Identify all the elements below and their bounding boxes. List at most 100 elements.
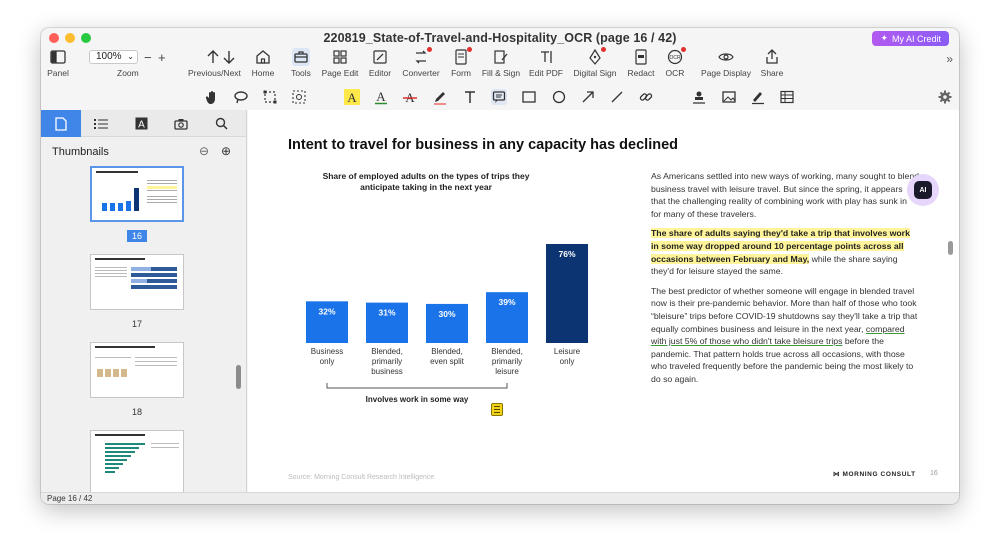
- tab-camera[interactable]: [161, 110, 201, 137]
- bar-chart: 32% Business only 31% Blended, primarily busin…: [306, 244, 588, 404]
- more-tools-button[interactable]: »: [946, 52, 953, 66]
- tab-outline[interactable]: [81, 110, 121, 137]
- ocr-area-icon[interactable]: [291, 89, 307, 105]
- share-button[interactable]: Share: [747, 48, 797, 78]
- bar-value-label: 30%: [438, 309, 455, 319]
- strikethrough-icon[interactable]: A: [402, 89, 418, 105]
- tab-search[interactable]: [201, 110, 241, 137]
- thumbnail-zoom-in-button[interactable]: ⊕: [221, 144, 231, 158]
- thumbnail-preview: [96, 171, 177, 211]
- hand-icon[interactable]: [204, 89, 220, 105]
- ai-assistant-button[interactable]: AI: [907, 174, 939, 206]
- thumbnail-page-16[interactable]: [90, 166, 184, 222]
- bracket-label: Involves work in some way: [366, 395, 469, 404]
- ocr-label: OCR: [665, 68, 685, 78]
- home-label: Home: [251, 68, 275, 78]
- bar-value-label: 76%: [558, 249, 575, 259]
- camera-icon: [174, 118, 188, 130]
- thumbnails-heading: Thumbnails: [52, 146, 109, 158]
- link-icon[interactable]: [638, 89, 654, 105]
- pencil-icon[interactable]: [432, 89, 448, 105]
- zoom-out-button[interactable]: −: [144, 50, 152, 65]
- thumbnail-preview: [95, 258, 177, 289]
- panel-icon: [50, 50, 66, 64]
- form-label: Form: [451, 68, 471, 78]
- main-toolbar: Panel 100% ⌄ − + Zoom Previous/Next Home…: [41, 47, 959, 84]
- panel-button[interactable]: Panel: [41, 48, 83, 78]
- paragraph-2: The share of adults saying they'd take a…: [651, 227, 919, 277]
- panel-label: Panel: [47, 68, 69, 78]
- thumbnail-preview: [95, 346, 177, 377]
- edit-pdf-button[interactable]: Edit PDF: [521, 48, 571, 78]
- thumbnail-zoom-out-button[interactable]: ⊖: [199, 144, 209, 158]
- notification-dot: [601, 47, 606, 52]
- circle-icon[interactable]: [551, 89, 567, 105]
- ai-icon: AI: [914, 181, 932, 199]
- digital-sign-label: Digital Sign: [573, 68, 617, 78]
- sidebar-scrollbar[interactable]: [236, 365, 241, 389]
- tab-text[interactable]: A: [121, 110, 161, 137]
- notification-dot: [681, 47, 686, 52]
- page-display-button[interactable]: Page Display: [701, 48, 751, 78]
- grid-icon: [333, 50, 347, 64]
- page-display-label: Page Display: [700, 68, 752, 78]
- image-icon[interactable]: [721, 89, 737, 105]
- comment-icon[interactable]: [491, 89, 507, 105]
- zoom-select[interactable]: 100% ⌄: [89, 50, 138, 64]
- title-bar: 220819_State-of-Travel-and-Hospitality_O…: [41, 28, 959, 48]
- thumbnail-page-19[interactable]: [90, 430, 184, 492]
- status-bar: Page 16 / 42: [41, 492, 959, 504]
- bar-value-label: 31%: [378, 308, 395, 318]
- search-icon: [215, 117, 228, 130]
- gear-icon[interactable]: [937, 89, 953, 105]
- lasso-icon[interactable]: [233, 89, 249, 105]
- eye-icon: [718, 53, 734, 61]
- underline-text-icon[interactable]: A: [373, 89, 389, 105]
- stamp-icon[interactable]: [691, 89, 707, 105]
- highlight-icon[interactable]: A: [344, 89, 360, 105]
- thumbnail-label: 16: [90, 230, 184, 242]
- tab-thumbnails[interactable]: [41, 110, 81, 137]
- paragraph-3: The best predictor of whether someone wi…: [651, 285, 919, 386]
- sparkle-icon: ✦: [880, 33, 888, 43]
- arrow-down-icon: [223, 51, 235, 64]
- ai-credit-button[interactable]: ✦ My AI Credit: [872, 31, 949, 46]
- thumbnail-label: 18: [131, 407, 142, 417]
- ocr-button[interactable]: OCR OCR: [650, 47, 700, 78]
- sticky-note-icon[interactable]: [491, 403, 503, 416]
- table-icon[interactable]: [779, 89, 795, 105]
- zoom-in-button[interactable]: +: [158, 50, 166, 65]
- thumbnail-preview: [95, 434, 179, 473]
- category-label: Business only: [311, 347, 343, 366]
- svg-text:OCR: OCR: [669, 55, 681, 61]
- rectangle-icon[interactable]: [521, 89, 537, 105]
- sidebar: A Thumbnails ⊖ ⊕ 16 17 18: [41, 110, 247, 492]
- tools-toolbar: A A A: [41, 86, 959, 108]
- editor-icon: [373, 50, 387, 64]
- arrow-icon[interactable]: [580, 89, 596, 105]
- source-note: Source: Morning Consult Research Intelli…: [288, 474, 435, 481]
- category-label: Blended, primarily leisure: [491, 347, 523, 376]
- logo-mark-icon: ⋈: [833, 471, 843, 478]
- thumbnail-page-17[interactable]: [90, 254, 184, 310]
- ai-credit-label: My AI Credit: [891, 33, 941, 44]
- signature-icon[interactable]: [750, 89, 766, 105]
- thumbnail-page-18[interactable]: [90, 342, 184, 398]
- zoom-label: Zoom: [117, 68, 139, 78]
- body-text: As Americans settled into new ways of wo…: [651, 170, 919, 393]
- notification-dot: [467, 47, 472, 52]
- page-icon: [55, 116, 67, 131]
- fill-sign-button[interactable]: Fill & Sign: [476, 48, 526, 78]
- toolbox-icon: [292, 48, 310, 66]
- line-icon[interactable]: [609, 89, 625, 105]
- digital-sign-button[interactable]: Digital Sign: [570, 47, 620, 78]
- sidebar-tabs: A: [41, 110, 246, 137]
- text-tool-icon[interactable]: [462, 89, 478, 105]
- page-indicator: Page 16 / 42: [47, 494, 93, 503]
- page-title: Intent to travel for business in any cap…: [288, 137, 678, 153]
- fill-sign-icon: [494, 50, 508, 64]
- home-icon: [256, 50, 270, 64]
- fill-sign-label: Fill & Sign: [481, 68, 521, 78]
- document-scrollbar[interactable]: [948, 241, 953, 255]
- select-area-icon[interactable]: [262, 89, 278, 105]
